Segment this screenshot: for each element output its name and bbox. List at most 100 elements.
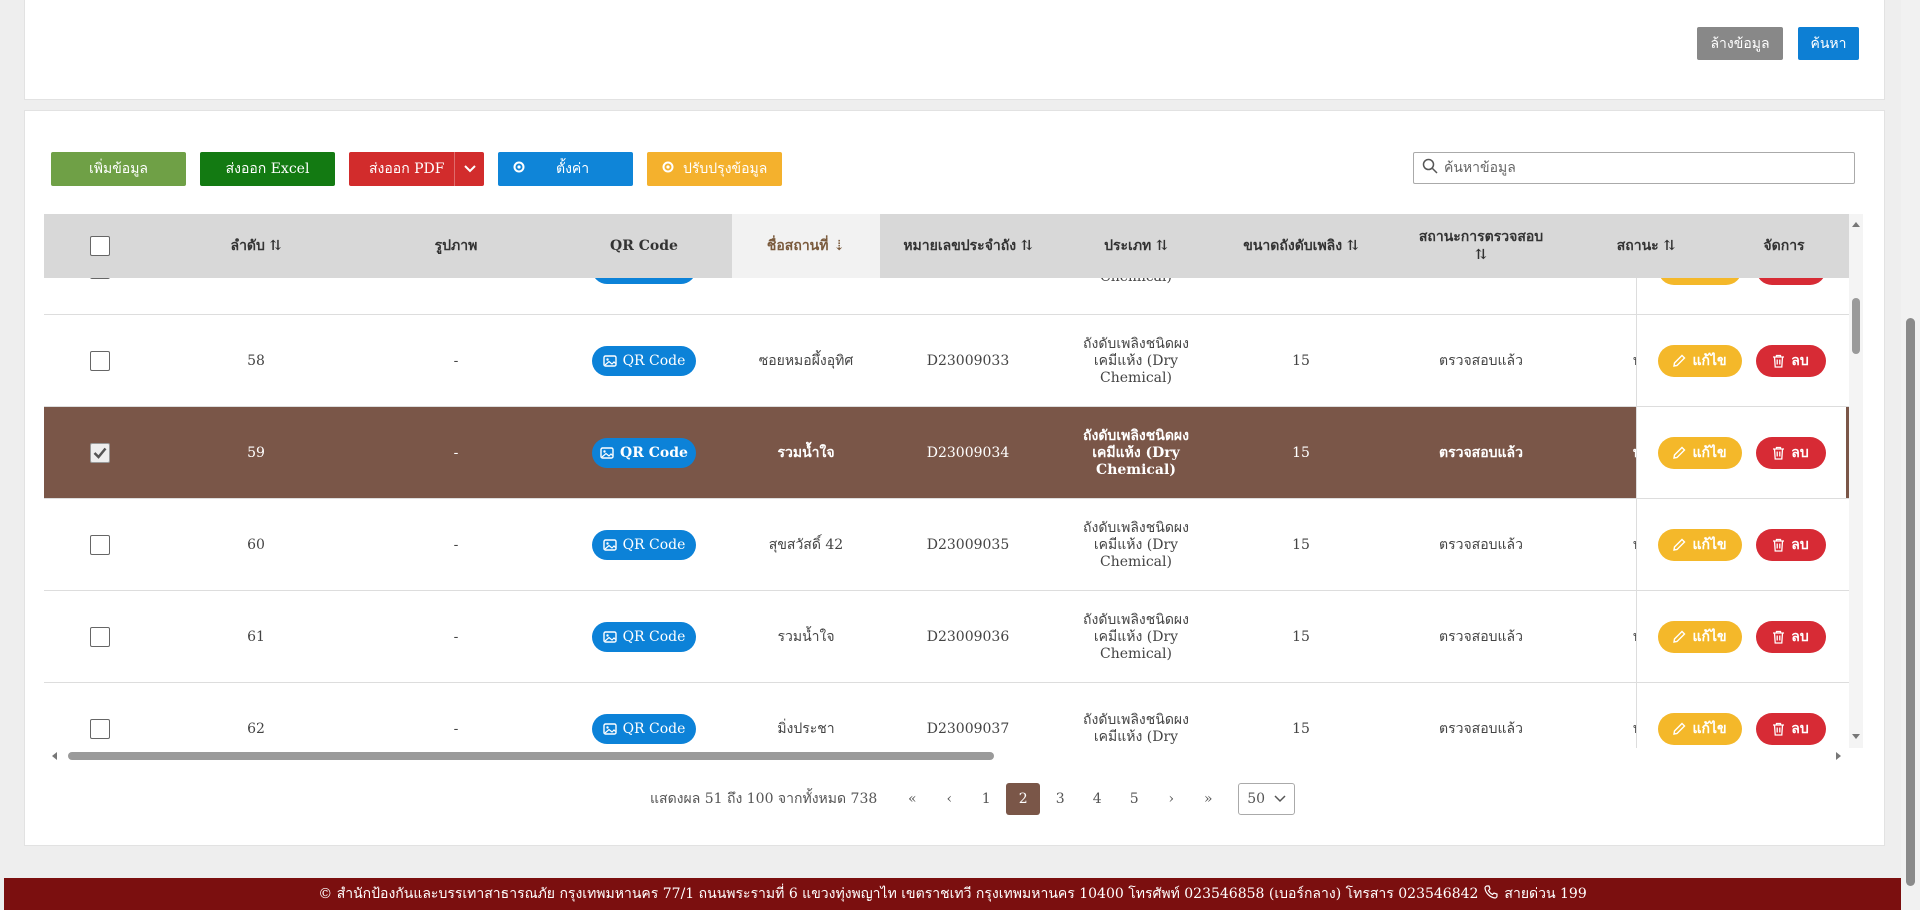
page-button[interactable]: 3 <box>1043 783 1077 815</box>
row-checkbox[interactable] <box>90 535 110 555</box>
cell-size: 15 <box>1292 352 1310 369</box>
cell-type: ถังดับเพลิงชนิดผงเคมีแห้ง (Dry <box>1083 712 1189 745</box>
qr-code-button[interactable]: QR Code <box>592 622 696 652</box>
update-data-label: ปรับปรุงข้อมูล <box>683 161 768 177</box>
add-button[interactable]: เพิ่มข้อมูล <box>51 152 186 186</box>
cell-type: ถังดับเพลิงชนิดผงเคมีแห้ง (Dry Chemical) <box>1083 519 1189 570</box>
edit-button[interactable]: แก้ไข <box>1657 620 1742 653</box>
edit-label: แก้ไข <box>1692 278 1726 280</box>
add-label: เพิ่มข้อมูล <box>88 161 149 177</box>
qr-code-label: QR Code <box>622 536 686 553</box>
search-input[interactable] <box>1444 160 1844 176</box>
cell-size: 15 <box>1216 278 1386 315</box>
next-page-button[interactable]: › <box>1154 783 1188 815</box>
delete-label: ลบ <box>1791 536 1809 553</box>
cell-size: 15 <box>1292 720 1310 737</box>
delete-button[interactable]: ลบ <box>1755 344 1826 377</box>
edit-button[interactable]: แก้ไข <box>1657 344 1742 377</box>
export-pdf-label: ส่งออก PDF <box>369 161 445 177</box>
col-status-label: สถานะ <box>1616 238 1659 254</box>
cell-inspection: ตรวจสอบแล้ว <box>1439 536 1523 553</box>
search-button[interactable]: ค้นหา <box>1798 27 1859 60</box>
export-excel-button[interactable]: ส่งออก Excel <box>200 152 335 186</box>
cell-no: 61 <box>247 628 265 645</box>
cell-no: 59 <box>247 444 265 461</box>
clear-button[interactable]: ล้างข้อมูล <box>1697 27 1783 60</box>
table-row[interactable]: 58 - ซอยหมอผึ้งอุทิศ D23009033 ถังดับเพลิงชน… <box>44 315 1849 407</box>
col-location[interactable]: ชื่อสถานที่ ⇣ <box>732 214 880 278</box>
page-button[interactable]: 4 <box>1080 783 1114 815</box>
settings-label: ตั้งค่า <box>556 161 590 177</box>
table-vertical-scrollbar[interactable] <box>1849 214 1863 748</box>
col-serial[interactable]: หมายเลขประจำถัง ⇅ <box>880 214 1056 278</box>
edit-label: แก้ไข <box>1692 444 1727 461</box>
qr-code-button[interactable]: QR Code <box>592 346 696 376</box>
cell-inspection: ตรวจสอบแล้ว <box>1386 278 1576 315</box>
cell-inspection: ตรวจสอบแล้ว <box>1439 720 1523 737</box>
last-page-button[interactable]: » <box>1191 783 1225 815</box>
chevron-down-icon[interactable] <box>454 152 484 186</box>
settings-button[interactable]: ตั้งค่า <box>498 152 633 186</box>
row-checkbox[interactable] <box>90 627 110 647</box>
qr-code-button[interactable]: QR Code <box>592 714 696 744</box>
prev-page-button[interactable]: ‹ <box>932 783 966 815</box>
col-size[interactable]: ขนาดถังดับเพลิง ⇅ <box>1216 214 1386 278</box>
table-row[interactable]: 60 - สุขสวัสดิ์ 42 D23009035 ถังดับเพลิงชนิด… <box>44 499 1849 591</box>
update-data-button[interactable]: ปรับปรุงข้อมูล <box>647 152 782 186</box>
table-row[interactable]: 62 - มิ่งประชา D23009037 ถังดับเพลิงชนิดผงเค… <box>44 683 1849 748</box>
qr-code-label: QR Code <box>622 628 686 645</box>
hotline-text: สายด่วน 199 <box>1504 886 1587 902</box>
table-horizontal-scrollbar[interactable] <box>44 748 1849 764</box>
qr-code-button[interactable]: QR Code <box>592 530 696 560</box>
page-button-active[interactable]: 2 <box>1006 783 1041 815</box>
col-type[interactable]: ประเภท ⇅ <box>1056 214 1216 278</box>
row-checkbox[interactable] <box>90 719 110 739</box>
page-size-select[interactable]: 50 <box>1238 783 1296 815</box>
row-actions: แก้ไข ลบ <box>1636 407 1846 498</box>
sort-arrows-icon: ⇅ <box>1663 238 1676 254</box>
sort-arrows-icon: ⇅ <box>1346 238 1359 254</box>
edit-button[interactable]: แก้ไข <box>1657 712 1742 745</box>
col-inspection[interactable]: สถานะการตรวจสอบ ⇅ <box>1386 214 1576 278</box>
page-button[interactable]: 1 <box>969 783 1003 815</box>
row-checkbox[interactable] <box>90 351 110 371</box>
pencil-icon <box>1673 354 1686 367</box>
col-no[interactable]: ลำดับ ⇅ <box>156 214 356 278</box>
image-icon <box>602 355 617 367</box>
cell-qr: QR Code <box>556 591 732 683</box>
pencil-icon <box>1673 538 1686 551</box>
export-pdf-button[interactable]: ส่งออก PDF <box>349 152 484 186</box>
row-checkbox[interactable] <box>90 278 110 279</box>
cell-image: - <box>453 352 459 369</box>
edit-button[interactable]: แก้ไข <box>1657 278 1742 285</box>
sort-desc-icon: ⇣ <box>833 238 846 254</box>
cell-location: สุขสวัสดิ์ 42 <box>768 536 844 553</box>
table-row[interactable]: 61 - รวมน้ำใจ D23009036 ถังดับเพลิงชนิดผงเคม… <box>44 591 1849 683</box>
delete-button[interactable]: ลบ <box>1755 436 1826 469</box>
data-table: ลำดับ ⇅ รูปภาพ QR Code ชื่อสถานที่ ⇣ หมา… <box>44 214 1849 748</box>
edit-label: แก้ไข <box>1692 628 1727 645</box>
delete-button[interactable]: ลบ <box>1755 620 1826 653</box>
sort-arrows-icon: ⇅ <box>1020 238 1033 254</box>
page-scrollbar[interactable] <box>1901 0 1920 910</box>
delete-button[interactable]: ลบ <box>1755 278 1826 285</box>
first-page-button[interactable]: « <box>895 783 929 815</box>
cell-no: 57 <box>156 278 356 315</box>
delete-button[interactable]: ลบ <box>1755 528 1826 561</box>
page-scroll-thumb[interactable] <box>1906 318 1915 886</box>
table-search[interactable] <box>1413 152 1855 184</box>
delete-label: ลบ <box>1791 444 1809 461</box>
chevron-down-icon <box>1274 791 1286 807</box>
table-row[interactable]: 57- สุขสวัสดิ์ 42D23009032เคมีแห้ง (Dry C… <box>44 278 1849 315</box>
sort-arrows-icon: ⇅ <box>1475 247 1487 263</box>
scroll-thumb <box>1852 298 1860 354</box>
edit-button[interactable]: แก้ไข <box>1657 528 1742 561</box>
edit-button[interactable]: แก้ไข <box>1657 436 1742 469</box>
qr-code-button[interactable]: QR Code <box>592 278 696 284</box>
row-checkbox[interactable] <box>90 443 110 463</box>
page-button[interactable]: 5 <box>1117 783 1151 815</box>
delete-button[interactable]: ลบ <box>1755 712 1826 745</box>
qr-code-button[interactable]: QR Code <box>592 438 696 468</box>
select-all-checkbox[interactable] <box>90 236 110 256</box>
table-row[interactable]: 59 - รวมน้ำใจ D23009034 ถังดับเพลิงชนิดผงเคม… <box>44 407 1849 499</box>
